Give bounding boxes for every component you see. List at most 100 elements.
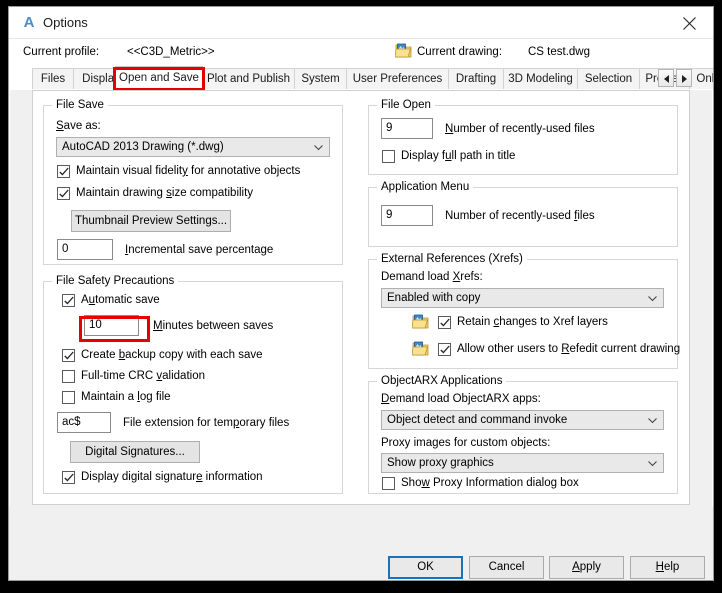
checkbox-box [57, 187, 70, 200]
demand-load-xrefs-label: Demand load Xrefs: [381, 271, 483, 283]
checkbox-label: Maintain visual fidelity for annotative … [76, 165, 301, 177]
chevron-down-icon [648, 296, 657, 302]
proxy-images-combo[interactable]: Show proxy graphics [381, 453, 664, 473]
group-file-open: File Open 9 Number of recently-used file… [368, 99, 678, 175]
tab-open-and-save[interactable]: Open and Save [115, 66, 203, 89]
tab-system[interactable]: System [294, 68, 347, 89]
digital-signatures-button[interactable]: Digital Signatures... [70, 441, 200, 463]
tab-user-preferences[interactable]: User Preferences [346, 68, 449, 89]
checkbox-box [57, 165, 70, 178]
check-icon [440, 318, 450, 327]
demand-load-objectarx-combo[interactable]: Object detect and command invoke [381, 410, 664, 430]
minutes-between-saves-label: Minutes between saves [153, 320, 274, 332]
tab-3d-modeling[interactable]: 3D Modeling [503, 68, 578, 89]
incremental-save-percentage-label: Incremental save percentage [125, 244, 274, 256]
autocad-a-icon: A [23, 14, 35, 31]
group-external-references: External References (Xrefs) Demand load … [368, 253, 681, 369]
checkbox-box [62, 294, 75, 307]
demand-load-objectarx-label: Demand load ObjectARX apps: [381, 393, 541, 405]
drawing-file-icon [394, 43, 412, 59]
triangle-left-icon [664, 75, 669, 83]
chevron-down-icon [314, 145, 323, 151]
checkbox-label: Display full path in title [401, 150, 516, 162]
tab-selection[interactable]: Selection [577, 68, 640, 89]
save-as-label: Save as: [56, 120, 101, 132]
group-file-safety-title: File Safety Precautions [52, 275, 179, 288]
help-button[interactable]: Help [630, 556, 705, 579]
chevron-down-icon [648, 461, 657, 467]
check-icon [64, 351, 74, 360]
save-as-combo[interactable]: AutoCAD 2013 Drawing (*.dwg) [56, 137, 330, 157]
tab-online[interactable]: Online [689, 68, 713, 89]
group-file-save: File Save Save as: AutoCAD 2013 Drawing … [43, 99, 343, 265]
tab-plot-and-publish[interactable]: Plot and Publish [202, 68, 295, 89]
group-file-save-title: File Save [52, 99, 108, 112]
demand-load-objectarx-value: Object detect and command invoke [387, 414, 568, 426]
checkbox-label: Maintain a log file [81, 391, 171, 403]
triangle-right-icon [682, 75, 687, 83]
temp-file-extension-label: File extension for temporary files [123, 417, 290, 429]
app-menu-recent-files-label: Number of recently-used files [445, 210, 595, 222]
checkbox-box [438, 343, 451, 356]
group-objectarx-applications: ObjectARX Applications Demand load Objec… [368, 375, 678, 494]
xref-drawing-icon [411, 314, 429, 330]
current-drawing-value: CS test.dwg [528, 46, 590, 58]
apply-button[interactable]: Apply [549, 556, 624, 579]
window-title: Options [43, 15, 88, 30]
group-file-safety-precautions: File Safety Precautions Automatic save 1… [43, 275, 343, 494]
options-dialog: A Options Current profile: <<C3D_Metric>… [8, 6, 714, 581]
tab-files[interactable]: Files [32, 68, 74, 89]
group-objectarx-title: ObjectARX Applications [377, 375, 507, 388]
ok-button[interactable]: OK [388, 556, 463, 579]
tab-drafting[interactable]: Drafting [448, 68, 504, 89]
demand-load-xrefs-value: Enabled with copy [387, 292, 481, 304]
incremental-save-percentage-input[interactable]: 0 [57, 239, 113, 260]
check-icon [59, 189, 69, 198]
tab-scroll-right-button[interactable] [676, 69, 692, 87]
checkbox-box [382, 150, 395, 163]
digital-signatures-label: Digital Signatures... [85, 446, 185, 458]
close-icon [683, 17, 696, 30]
temp-file-extension-value: ac$ [62, 416, 81, 428]
file-open-recent-files-input[interactable]: 9 [381, 118, 433, 139]
group-application-menu: Application Menu 9 Number of recently-us… [368, 181, 678, 247]
checkbox-label: Display digital signature information [81, 471, 263, 483]
thumbnail-preview-settings-label: Thumbnail Preview Settings... [74, 215, 228, 227]
check-icon [64, 296, 74, 305]
demand-load-xrefs-combo[interactable]: Enabled with copy [381, 288, 664, 308]
app-menu-recent-files-input[interactable]: 9 [381, 205, 433, 226]
options-content-panel: File Save Save as: AutoCAD 2013 Drawing … [32, 90, 690, 505]
tab-scroll-left-button[interactable] [658, 69, 674, 87]
group-external-references-title: External References (Xrefs) [377, 253, 527, 266]
group-file-open-title: File Open [377, 99, 435, 112]
group-application-menu-title: Application Menu [377, 181, 474, 194]
current-profile-label: Current profile: [23, 46, 100, 58]
cancel-button[interactable]: Cancel [469, 556, 544, 579]
temp-file-extension-input[interactable]: ac$ [57, 412, 111, 433]
title-bar: A Options [9, 7, 713, 39]
checkbox-label: Automatic save [81, 294, 160, 306]
proxy-images-value: Show proxy graphics [387, 457, 494, 469]
file-open-recent-files-value: 9 [386, 122, 393, 134]
xref-drawing-icon [411, 341, 429, 357]
file-open-recent-files-label: Number of recently-used files [445, 123, 595, 135]
check-icon [440, 345, 450, 354]
proxy-images-label: Proxy images for custom objects: [381, 437, 551, 449]
checkbox-label: Show Proxy Information dialog box [401, 477, 579, 489]
close-button[interactable] [667, 7, 713, 38]
incremental-save-percentage-value: 0 [62, 243, 69, 255]
thumbnail-preview-settings-button[interactable]: Thumbnail Preview Settings... [71, 210, 231, 232]
checkbox-box [62, 349, 75, 362]
screenshot-frame: A Options Current profile: <<C3D_Metric>… [0, 0, 722, 593]
checkbox-label: Allow other users to Refedit current dra… [457, 343, 681, 355]
dialog-footer: OK Cancel Apply Help [9, 507, 713, 580]
app-menu-recent-files-value: 9 [386, 209, 393, 221]
checkbox-box [62, 370, 75, 383]
checkbox-label: Retain changes to Xref layers [457, 316, 608, 328]
checkbox-label: Create backup copy with each save [81, 349, 263, 361]
checkbox-box [62, 391, 75, 404]
current-profile-value: <<C3D_Metric>> [127, 46, 215, 58]
check-icon [64, 473, 74, 482]
chevron-down-icon [648, 418, 657, 424]
minutes-between-saves-input[interactable]: 10 [84, 315, 139, 336]
